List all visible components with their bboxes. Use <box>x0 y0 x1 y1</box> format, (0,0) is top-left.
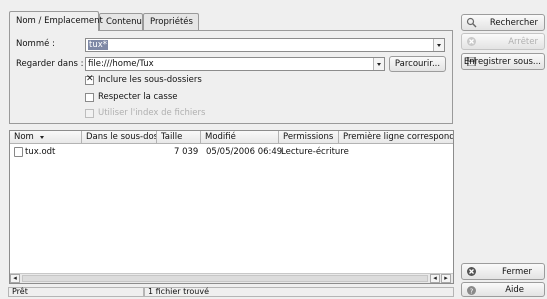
close-button-label: Fermer <box>501 267 532 277</box>
use-index-label: Utiliser l'index de fichiers <box>98 108 206 118</box>
search-criteria-panel: Nommé : tux* Regarder dans : file:///hom… <box>9 30 453 124</box>
help-button[interactable]: ? Aide <box>461 282 545 297</box>
results-list[interactable]: Nom Dans le sous-dossier Taille Modifié … <box>9 130 454 284</box>
scroll-left-icon[interactable]: ◂ <box>430 274 440 283</box>
row-permissions: Lecture-écriture <box>281 147 349 157</box>
status-ready: Prêt <box>8 287 144 297</box>
row-name: tux.odt <box>25 147 56 157</box>
tab-label: Propriétés <box>150 17 193 27</box>
search-icon <box>466 17 477 28</box>
row-modified: 05/05/2006 06:49 <box>206 147 283 157</box>
tab-properties[interactable]: Propriétés <box>143 13 199 30</box>
include-subfolders-checkbox[interactable] <box>85 74 94 85</box>
row-size: 7 039 <box>174 147 199 157</box>
look-in-label: Regarder dans : <box>16 59 84 69</box>
svg-text:?: ? <box>470 287 474 295</box>
close-button[interactable]: Fermer <box>461 263 545 280</box>
scroll-left-icon[interactable]: ◂ <box>10 274 20 283</box>
search-button[interactable]: Rechercher <box>461 14 545 31</box>
case-sensitive-label[interactable]: Respecter la casse <box>98 92 177 102</box>
look-in-combobox[interactable]: file:///home/Tux <box>85 57 385 71</box>
help-icon: ? <box>466 285 477 296</box>
named-combobox[interactable]: tux* <box>85 38 445 52</box>
document-icon <box>14 147 23 157</box>
search-button-label: Rechercher <box>489 18 538 28</box>
horizontal-scrollbar[interactable]: ◂ ◂ ▸ <box>10 273 453 283</box>
scrollbar-thumb[interactable] <box>22 275 428 282</box>
look-in-input[interactable]: file:///home/Tux <box>88 59 154 69</box>
chevron-down-icon[interactable] <box>373 58 384 70</box>
chevron-down-icon[interactable] <box>433 39 444 51</box>
close-icon <box>466 266 477 277</box>
named-label: Nommé : <box>16 39 55 49</box>
case-sensitive-checkbox[interactable] <box>85 93 94 102</box>
tab-name-location[interactable]: Nom / Emplacement <box>9 11 103 31</box>
browse-button[interactable]: Parcourir... <box>389 56 446 72</box>
save-as-button-label: Enregistrer sous... <box>463 57 541 67</box>
use-index-checkbox <box>85 109 94 118</box>
named-input[interactable]: tux* <box>88 40 109 50</box>
stop-button-label: Arrêter <box>508 37 538 47</box>
tab-label: Contenu <box>106 17 142 27</box>
include-subfolders-label[interactable]: Inclure les sous-dossiers <box>98 75 202 85</box>
scroll-right-icon[interactable]: ▸ <box>441 274 451 283</box>
tab-content[interactable]: Contenu <box>99 13 143 30</box>
tab-label: Nom / Emplacement <box>16 16 103 26</box>
status-file-count: 1 fichier trouvé <box>144 287 454 297</box>
stop-icon <box>466 36 477 47</box>
help-button-label: Aide <box>505 285 524 295</box>
save-as-button[interactable]: Enregistrer sous... <box>461 53 545 70</box>
table-row[interactable]: tux.odt 7 039 05/05/2006 06:49 Lecture-é… <box>10 131 453 161</box>
browse-button-label: Parcourir... <box>394 59 441 69</box>
stop-button: Arrêter <box>461 33 545 50</box>
